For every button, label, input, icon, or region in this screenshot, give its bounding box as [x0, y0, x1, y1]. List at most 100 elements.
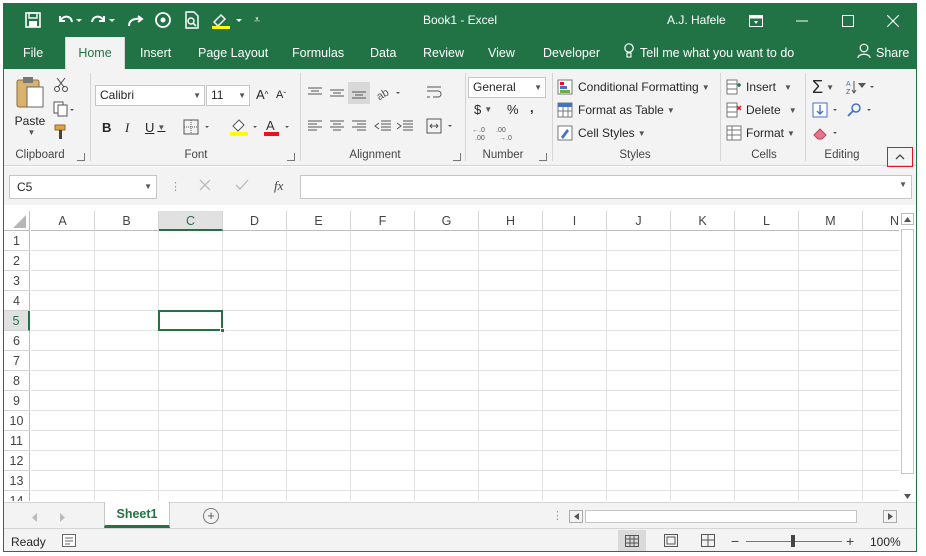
column-header-b[interactable]: B	[95, 211, 159, 231]
tab-formulas[interactable]: Formulas	[292, 37, 344, 69]
zoom-slider-thumb[interactable]	[791, 535, 795, 547]
comma-button[interactable]: ,	[530, 100, 534, 115]
row-header-9[interactable]: 9	[4, 391, 30, 411]
horizontal-scroll-thumb[interactable]	[585, 510, 857, 523]
delete-cells-button[interactable]: Delete ▼	[726, 102, 797, 118]
autosum-button[interactable]: Σ ▼	[812, 77, 834, 98]
cell-styles-button[interactable]: Cell Styles ▼	[557, 125, 646, 141]
conditional-formatting-button[interactable]: Conditional Formatting ▼	[557, 79, 710, 95]
column-header-j[interactable]: J	[607, 211, 671, 231]
cell-area[interactable]	[31, 231, 899, 501]
paste-button[interactable]: Paste ▼	[14, 75, 46, 145]
column-header-e[interactable]: E	[287, 211, 351, 231]
sheet-tab-sheet1[interactable]: Sheet1	[104, 502, 170, 528]
scroll-up-icon[interactable]	[901, 213, 914, 225]
fill-handle[interactable]	[220, 328, 225, 333]
maximize-icon[interactable]	[825, 4, 871, 37]
ribbon-display-icon[interactable]	[733, 4, 779, 37]
row-header-1[interactable]: 1	[4, 231, 30, 251]
row-header-11[interactable]: 11	[4, 431, 30, 451]
row-header-7[interactable]: 7	[4, 351, 30, 371]
column-header-i[interactable]: I	[543, 211, 607, 231]
insert-cells-button[interactable]: Insert ▼	[726, 79, 792, 95]
new-sheet-icon[interactable]: +	[203, 508, 219, 524]
copy-icon[interactable]	[53, 101, 75, 117]
zoom-out-icon[interactable]: −	[731, 533, 739, 549]
collapse-ribbon-button[interactable]	[887, 147, 913, 167]
worksheet-grid[interactable]: A B C D E F G H I J K L M N 1 2 3 4 5 6 7 8 9 10 11 12 13 14	[4, 207, 899, 501]
align-center-icon[interactable]	[329, 119, 345, 133]
percent-button[interactable]: %	[507, 102, 519, 117]
cancel-entry-icon[interactable]	[199, 179, 211, 194]
format-painter-icon[interactable]	[53, 124, 71, 140]
find-select-icon[interactable]	[846, 102, 876, 118]
tab-page-layout[interactable]: Page Layout	[198, 37, 268, 69]
cut-icon[interactable]	[53, 77, 69, 93]
column-header-g[interactable]: G	[415, 211, 479, 231]
formula-input[interactable]: ▼	[300, 175, 912, 199]
column-header-a[interactable]: A	[31, 211, 95, 231]
format-as-table-button[interactable]: Format as Table ▼	[557, 102, 675, 118]
clipboard-launcher-icon[interactable]	[77, 153, 85, 161]
row-header-3[interactable]: 3	[4, 271, 30, 291]
number-format-combo[interactable]: General ▼	[468, 77, 546, 98]
orientation-icon[interactable]: ab	[376, 85, 404, 101]
middle-align-icon[interactable]	[329, 86, 345, 100]
decrease-font-icon[interactable]: Aˇ	[276, 89, 286, 101]
bottom-align-icon[interactable]	[348, 82, 370, 104]
alignment-launcher-icon[interactable]	[453, 153, 461, 161]
tell-me-search[interactable]: Tell me what you want to do	[624, 37, 794, 69]
insert-function-button[interactable]: fx	[274, 178, 283, 194]
top-align-icon[interactable]	[307, 86, 323, 100]
tab-home[interactable]: Home	[65, 37, 125, 69]
share-button[interactable]: Share	[857, 37, 909, 69]
wrap-text-icon[interactable]	[426, 85, 442, 101]
select-all-corner[interactable]	[4, 211, 30, 231]
row-header-13[interactable]: 13	[4, 471, 30, 491]
active-cell[interactable]	[158, 310, 225, 333]
row-header-10[interactable]: 10	[4, 411, 30, 431]
row-header-2[interactable]: 2	[4, 251, 30, 271]
column-header-m[interactable]: M	[799, 211, 863, 231]
merge-center-icon[interactable]	[426, 118, 456, 134]
vertical-scroll-thumb[interactable]	[901, 229, 914, 474]
scroll-right-icon[interactable]	[883, 510, 897, 523]
align-right-icon[interactable]	[351, 119, 367, 133]
tab-data[interactable]: Data	[370, 37, 396, 69]
tab-review[interactable]: Review	[423, 37, 464, 69]
column-header-d[interactable]: D	[223, 211, 287, 231]
align-left-icon[interactable]	[307, 119, 323, 133]
scroll-down-icon[interactable]	[901, 491, 914, 501]
number-launcher-icon[interactable]	[539, 153, 547, 161]
clear-icon[interactable]	[812, 125, 842, 141]
font-size-combo[interactable]: 11 ▼	[206, 85, 250, 106]
tab-view[interactable]: View	[488, 37, 515, 69]
increase-decimal-icon[interactable]: ←.0.00	[472, 125, 490, 141]
prev-sheet-icon[interactable]	[32, 511, 38, 525]
currency-button[interactable]: $ ▼	[474, 102, 492, 117]
macro-record-icon[interactable]	[62, 534, 76, 550]
row-header-12[interactable]: 12	[4, 451, 30, 471]
row-header-14[interactable]: 14	[4, 491, 30, 501]
normal-view-icon[interactable]	[618, 530, 646, 551]
column-header-n[interactable]: N	[863, 211, 899, 231]
vertical-scrollbar[interactable]	[899, 211, 916, 503]
next-sheet-icon[interactable]	[60, 511, 66, 525]
column-header-h[interactable]: H	[479, 211, 543, 231]
tab-insert[interactable]: Insert	[140, 37, 171, 69]
row-header-5[interactable]: 5	[4, 311, 30, 331]
page-break-view-icon[interactable]	[701, 534, 715, 550]
column-header-l[interactable]: L	[735, 211, 799, 231]
borders-icon[interactable]	[183, 119, 213, 135]
confirm-entry-icon[interactable]	[235, 179, 249, 194]
row-header-6[interactable]: 6	[4, 331, 30, 351]
increase-font-icon[interactable]: A ^	[256, 87, 268, 102]
column-header-c[interactable]: C	[159, 211, 223, 231]
italic-button[interactable]: I	[125, 120, 129, 136]
decrease-indent-icon[interactable]	[374, 119, 392, 133]
bold-button[interactable]: B	[102, 120, 111, 135]
row-header-4[interactable]: 4	[4, 291, 30, 311]
font-launcher-icon[interactable]	[287, 153, 295, 161]
font-color-icon[interactable]: A	[263, 117, 293, 137]
close-icon[interactable]	[870, 4, 916, 37]
